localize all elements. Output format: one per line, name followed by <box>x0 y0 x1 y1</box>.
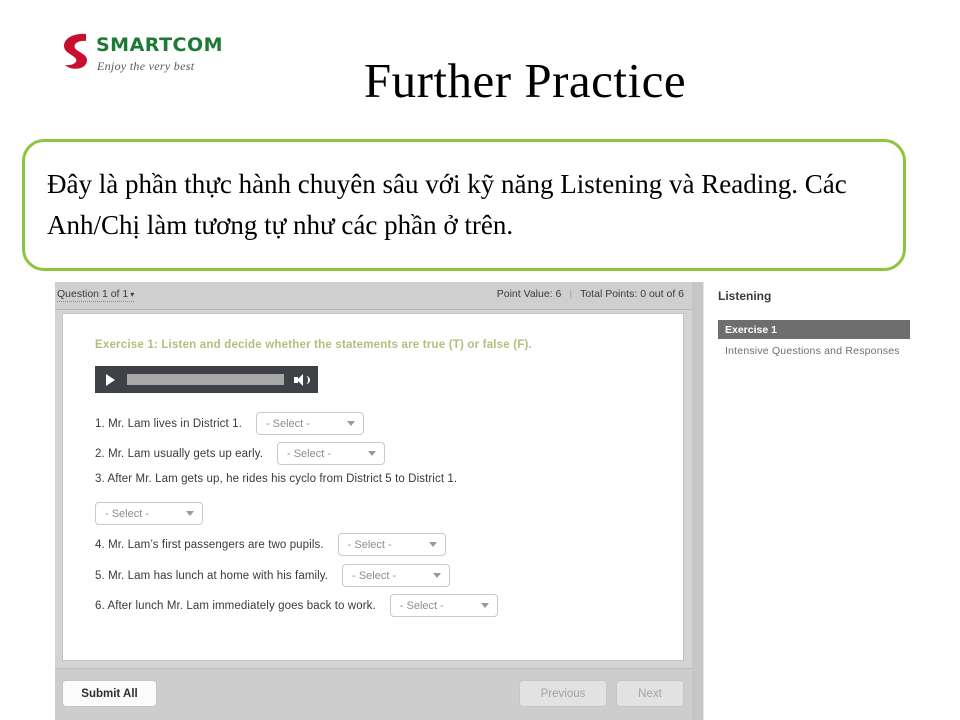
callout-text: Đây là phần thực hành chuyên sâu với kỹ … <box>47 169 847 240</box>
sidebar-item-exercise-1[interactable]: Exercise 1 <box>718 320 910 339</box>
question-text: 6. After lunch Mr. Lam immediately goes … <box>95 599 376 612</box>
audio-player[interactable] <box>95 366 318 393</box>
score-group: Point Value: 6 | Total Points: 0 out of 6 <box>497 288 684 300</box>
answer-select-1[interactable]: - Select - <box>255 412 364 435</box>
play-icon <box>105 373 115 386</box>
question-row-3: 3. After Mr. Lam gets up, he rides his c… <box>95 473 457 485</box>
quiz-footer: Submit All Previous Next <box>55 668 692 720</box>
chevron-down-icon <box>428 542 437 547</box>
previous-button[interactable]: Previous <box>519 680 607 707</box>
question-selector-label: Question 1 of 1 <box>57 288 129 300</box>
question-row-5: 5. Mr. Lam has lunch at home with his fa… <box>95 564 451 587</box>
chevron-down-icon <box>480 603 489 608</box>
question-row-6: 6. After lunch Mr. Lam immediately goes … <box>95 594 498 617</box>
question-row-1: 1. Mr. Lam lives in District 1. - Select… <box>95 412 364 435</box>
question-row-3-select: - Select - <box>81 502 203 525</box>
answer-select-label: - Select - <box>287 447 332 460</box>
exercise-instruction: Exercise 1: Listen and decide whether th… <box>95 339 532 351</box>
question-text: 1. Mr. Lam lives in District 1. <box>95 417 242 430</box>
question-text: 4. Mr. Lam’s first passengers are two pu… <box>95 538 324 551</box>
chevron-down-icon <box>186 511 194 516</box>
quiz-body: Exercise 1: Listen and decide whether th… <box>62 313 684 661</box>
answer-select-label: - Select - <box>105 507 150 520</box>
embedded-app-screenshot: Question 1 of 1 ▾ Point Value: 6 | Total Po… <box>55 282 911 720</box>
speaker-icon <box>294 373 310 386</box>
play-button[interactable] <box>95 373 125 386</box>
quiz-pane: Question 1 of 1 ▾ Point Value: 6 | Total Po… <box>55 282 692 720</box>
sidebar-item-intensive-questions[interactable]: Intensive Questions and Responses <box>725 345 900 357</box>
answer-select-label: - Select - <box>347 538 392 551</box>
answer-select-4[interactable]: - Select - <box>337 533 446 556</box>
total-points-label: Total Points: 0 out of 6 <box>580 288 684 300</box>
answer-select-3[interactable]: - Select - <box>95 502 203 525</box>
chevron-down-icon <box>368 451 376 456</box>
score-divider: | <box>569 288 573 300</box>
volume-button[interactable] <box>286 373 318 386</box>
question-row-2: 2. Mr. Lam usually gets up early. - Sele… <box>95 442 385 465</box>
answer-select-6[interactable]: - Select - <box>389 594 498 617</box>
question-text: 2. Mr. Lam usually gets up early. <box>95 447 263 460</box>
answer-select-label: - Select - <box>352 569 397 582</box>
chevron-down-icon: ▾ <box>130 290 135 299</box>
next-button[interactable]: Next <box>616 680 684 707</box>
question-text: 3. After Mr. Lam gets up, he rides his c… <box>95 473 458 485</box>
chevron-down-icon <box>346 421 355 426</box>
audio-progress-track[interactable] <box>127 374 284 385</box>
vertical-scrollbar[interactable] <box>692 282 703 720</box>
quiz-toolbar: Question 1 of 1 ▾ Point Value: 6 | Total Po… <box>55 282 692 310</box>
question-text: 5. Mr. Lam has lunch at home with his fa… <box>95 569 329 582</box>
sidebar-title: Listening <box>718 289 772 303</box>
question-row-4: 4. Mr. Lam’s first passengers are two pu… <box>95 533 446 556</box>
answer-select-label: - Select - <box>265 417 310 430</box>
page-title: Further Practice <box>363 53 687 108</box>
question-selector-dropdown[interactable]: Question 1 of 1 ▾ <box>57 288 135 302</box>
answer-select-label: - Select - <box>399 599 444 612</box>
chevron-down-icon <box>433 573 442 578</box>
point-value-label: Point Value: 6 <box>496 288 562 300</box>
callout-box: Đây là phần thực hành chuyên sâu với kỹ … <box>22 139 906 271</box>
answer-select-5[interactable]: - Select - <box>342 564 451 587</box>
answer-select-2[interactable]: - Select - <box>277 442 385 465</box>
sidebar-pane: Listening Exercise 1 Intensive Questions… <box>703 282 911 720</box>
submit-all-button[interactable]: Submit All <box>62 680 157 707</box>
